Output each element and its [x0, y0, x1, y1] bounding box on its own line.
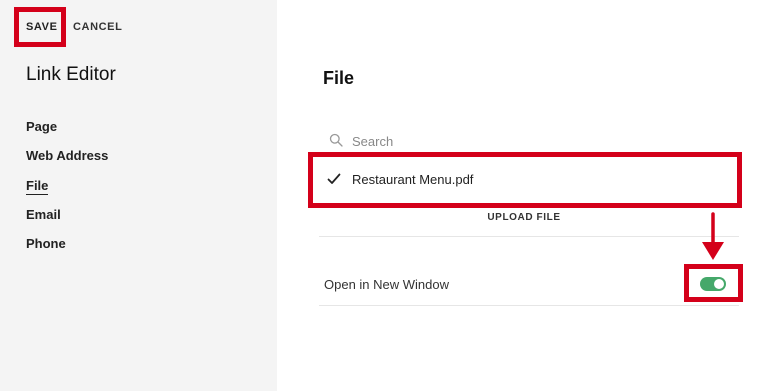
divider — [319, 236, 739, 237]
sidebar: SAVE CANCEL Link Editor Page Web Address… — [0, 0, 277, 391]
sidebar-item-email[interactable]: Email — [26, 207, 108, 236]
sidebar-item-label: Phone — [26, 236, 66, 252]
sidebar-item-page[interactable]: Page — [26, 119, 108, 148]
upload-file-button[interactable]: UPLOAD FILE — [319, 212, 729, 223]
sidebar-nav: Page Web Address File Email Phone — [26, 119, 108, 265]
search-input[interactable] — [352, 131, 732, 151]
page-title: File — [323, 68, 355, 88]
divider — [319, 305, 739, 306]
sidebar-item-file[interactable]: File — [26, 177, 108, 207]
highlight-box-save — [14, 7, 66, 47]
search-icon — [329, 133, 343, 147]
open-new-window-label: Open in New Window — [324, 277, 449, 292]
sidebar-item-label: Page — [26, 119, 58, 134]
cancel-button[interactable]: CANCEL — [73, 21, 122, 33]
sidebar-item-label: Web Address — [26, 148, 109, 164]
sidebar-item-label: File — [26, 177, 49, 195]
highlight-box-toggle — [684, 264, 743, 302]
highlight-box-file — [308, 152, 742, 208]
arrow-down-icon — [702, 212, 724, 260]
sidebar-item-web-address[interactable]: Web Address — [26, 148, 108, 177]
sidebar-title: Link Editor — [26, 64, 116, 85]
search-bar — [319, 130, 739, 152]
sidebar-item-phone[interactable]: Phone — [26, 236, 108, 265]
sidebar-item-label: Email — [26, 206, 61, 222]
